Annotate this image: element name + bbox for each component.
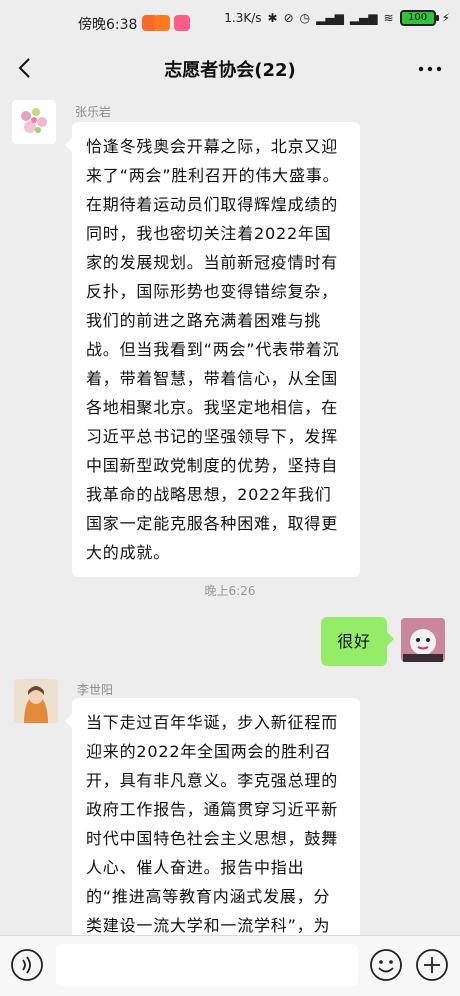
signal-icon: ▂▄▆: [316, 11, 344, 25]
message-bubble[interactable]: 恰逢冬残奥会开幕之际，北京又迎来了“两会”胜利召开的伟大盛事。在期待着运动员们取…: [65, 122, 360, 577]
message-bubble[interactable]: 当下走过百年华诞，步入新征程而迎来的2022年全国两会的胜利召开，具有非凡意义。…: [65, 698, 360, 935]
status-bar: 傍晚6:38 1.3K/s ✱ ⊘ ◷ ▂▄▆ ▂▄▆ ≋ 100 ⚡: [0, 0, 460, 46]
mall-app-icon: [154, 15, 170, 31]
status-indicators: 1.3K/s ✱ ⊘ ◷ ▂▄▆ ▂▄▆ ≋ 100 ⚡: [224, 10, 450, 26]
video-app-icon: [174, 15, 190, 31]
more-options-icon[interactable]: [418, 66, 442, 72]
mute-icon: ⊘: [283, 11, 294, 25]
battery-level: 100: [408, 12, 428, 23]
avatar-zhang[interactable]: [12, 100, 56, 144]
sender-name: 张乐岩: [75, 105, 112, 119]
network-speed: 1.3K/s: [224, 11, 262, 25]
bluetooth-icon: ✱: [267, 11, 278, 25]
avatar-self[interactable]: [401, 618, 445, 662]
chat-title: 志愿者协会(22): [164, 60, 296, 81]
wifi-icon: ≋: [383, 11, 394, 25]
chat-header: 志愿者协会(22): [0, 46, 460, 90]
alarm-icon: ◷: [299, 11, 311, 25]
add-more-icon[interactable]: [415, 948, 449, 982]
status-time: 傍晚6:38: [78, 17, 138, 33]
avatar-li[interactable]: [14, 679, 58, 723]
charging-icon: ⚡: [441, 11, 450, 25]
chat-area[interactable]: 张乐岩 恰逢冬残奥会开幕之际，北京又迎来了“两会”胜利召开的伟大盛事。在期待着运…: [0, 90, 460, 935]
sender-name: 李世阳: [77, 683, 114, 697]
self-message-bubble[interactable]: 很好: [321, 617, 394, 666]
message-input[interactable]: [56, 944, 358, 986]
input-bar: [0, 935, 460, 996]
battery-icon: 100: [399, 10, 439, 26]
message-timestamp: 晚上6:26: [204, 584, 256, 598]
signal-icon-2: ▂▄▆: [349, 11, 378, 25]
emoji-icon[interactable]: [369, 948, 403, 982]
voice-input-icon[interactable]: [10, 948, 44, 982]
